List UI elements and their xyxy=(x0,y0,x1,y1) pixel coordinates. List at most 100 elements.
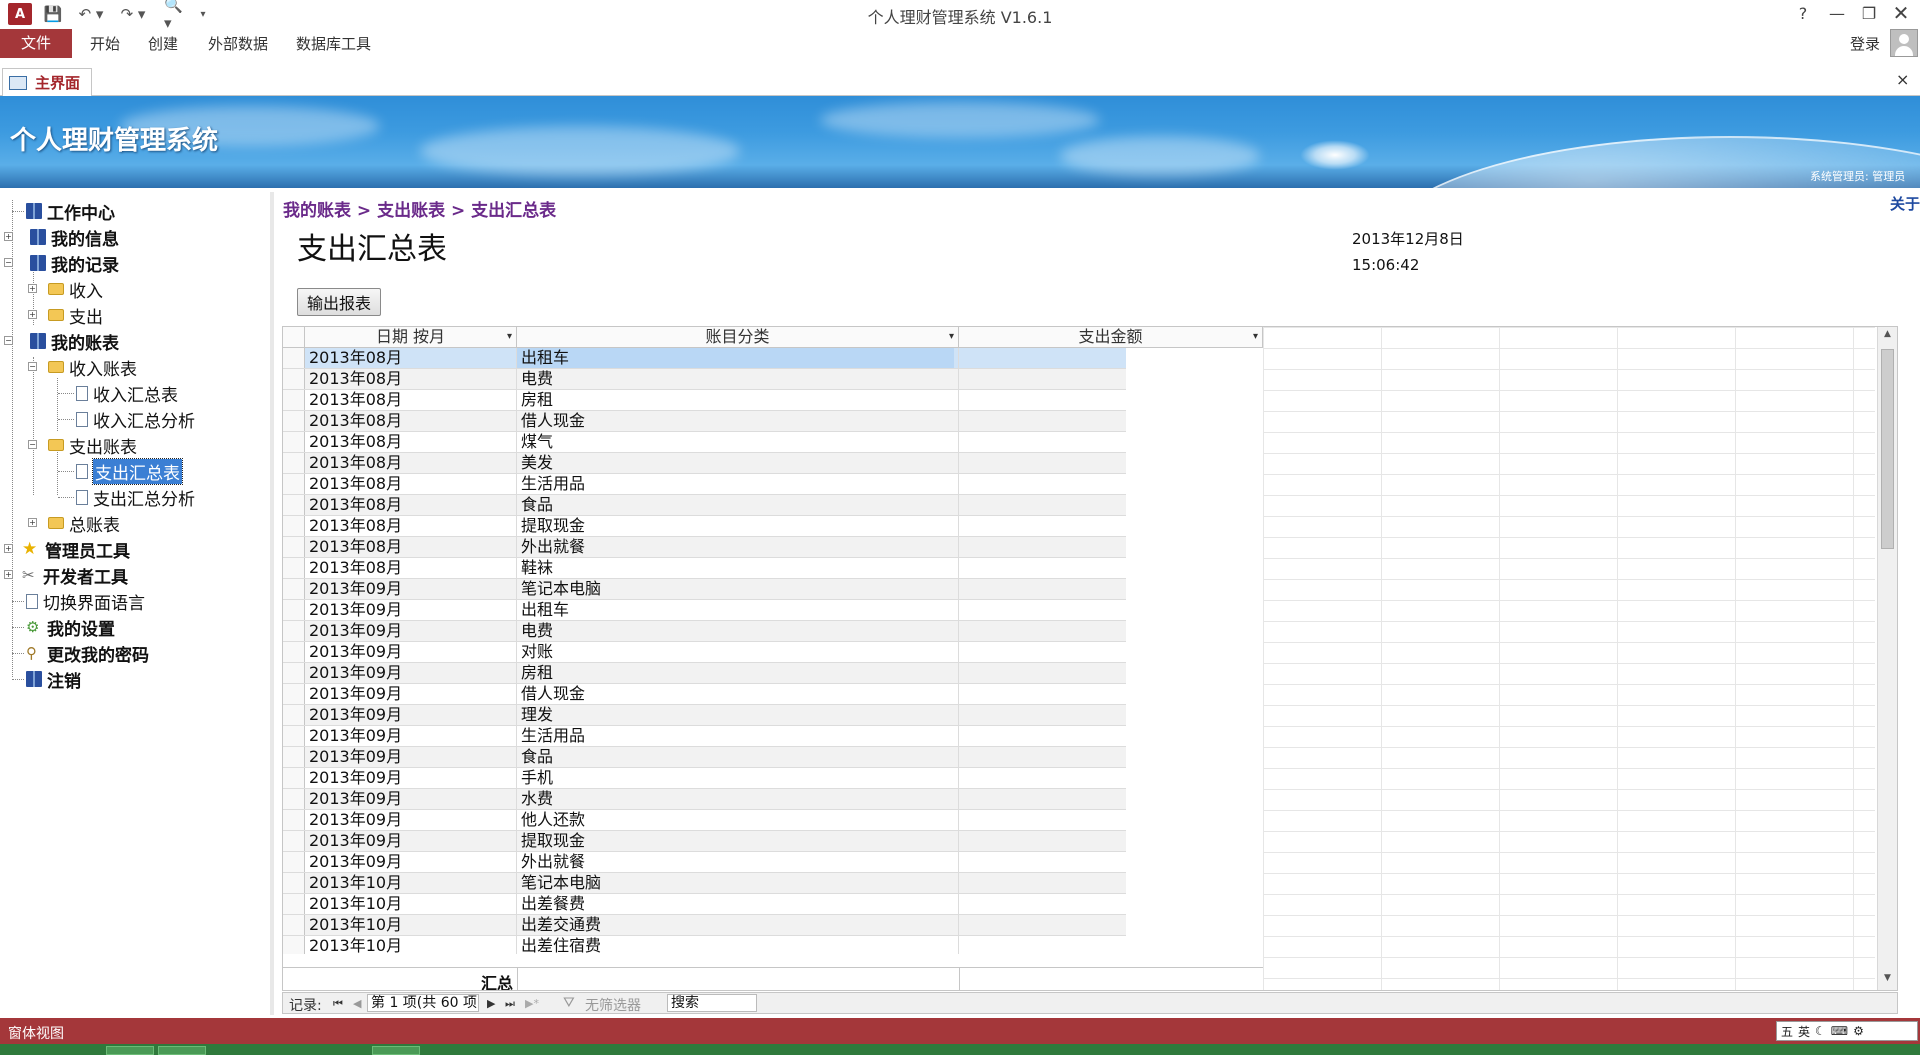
nav-item-developer-tools[interactable]: + ✂ 开发者工具 xyxy=(4,564,128,588)
cell-category[interactable]: 提取现金 xyxy=(517,516,959,536)
close-button[interactable]: ✕ xyxy=(1884,0,1918,26)
cell-date[interactable]: 2013年09月 xyxy=(305,663,517,683)
ime-settings-icon[interactable]: ⚙ xyxy=(1853,1024,1864,1038)
ime-mode-icon[interactable]: 五 xyxy=(1781,1023,1793,1040)
nav-item-income[interactable]: + 收入 xyxy=(28,278,103,302)
current-record-field[interactable]: 第 1 项(共 60 项 xyxy=(367,994,479,1012)
collapse-icon[interactable]: − xyxy=(4,336,13,345)
record-selector[interactable] xyxy=(283,621,305,641)
cell-category[interactable]: 煤气 xyxy=(517,432,959,452)
record-selector[interactable] xyxy=(283,810,305,830)
cell-date[interactable]: 2013年08月 xyxy=(305,390,517,410)
cell-category[interactable]: 提取现金 xyxy=(517,831,959,851)
redo-icon[interactable]: ↷ ▾ xyxy=(118,3,148,25)
help-button[interactable]: ? xyxy=(1786,0,1820,26)
table-row[interactable]: 2013年09月 笔记本电脑 xyxy=(283,579,1263,600)
table-row[interactable]: 2013年09月 房租 xyxy=(283,663,1263,684)
close-document-button[interactable]: × xyxy=(1896,70,1909,89)
record-selector[interactable] xyxy=(283,390,305,410)
table-row[interactable]: 2013年08月 房租 xyxy=(283,390,1263,411)
cell-category[interactable]: 理发 xyxy=(517,705,959,725)
cell-category[interactable]: 电费 xyxy=(517,369,959,389)
expand-icon[interactable]: + xyxy=(4,232,13,241)
record-selector[interactable] xyxy=(283,558,305,578)
cell-date[interactable]: 2013年08月 xyxy=(305,474,517,494)
collapse-icon[interactable]: − xyxy=(4,258,13,267)
nav-item-ledger[interactable]: + 总账表 xyxy=(28,512,120,536)
cell-date[interactable]: 2013年08月 xyxy=(305,453,517,473)
cell-date[interactable]: 2013年08月 xyxy=(305,369,517,389)
column-header-amount[interactable]: 支出金额 ▾ xyxy=(959,327,1263,348)
minimize-button[interactable]: — xyxy=(1820,0,1854,26)
table-row[interactable]: 2013年09月 他人还款 xyxy=(283,810,1263,831)
save-icon[interactable]: 💾 xyxy=(42,3,64,25)
table-row[interactable]: 2013年10月 出差餐费 xyxy=(283,894,1263,915)
cell-category[interactable]: 生活用品 xyxy=(517,726,959,746)
cell-date[interactable]: 2013年09月 xyxy=(305,831,517,851)
dropdown-arrow-icon[interactable]: ▾ xyxy=(949,327,954,347)
scrollbar-thumb[interactable] xyxy=(1881,349,1894,549)
record-selector[interactable] xyxy=(283,348,305,368)
cell-date[interactable]: 2013年09月 xyxy=(305,789,517,809)
nav-item-my-settings[interactable]: ⚙ 我的设置 xyxy=(12,616,115,640)
table-row[interactable]: 2013年08月 外出就餐 xyxy=(283,537,1263,558)
table-row[interactable]: 2013年09月 手机 xyxy=(283,768,1263,789)
cell-date[interactable]: 2013年09月 xyxy=(305,768,517,788)
table-row[interactable]: 2013年08月 生活用品 xyxy=(283,474,1263,495)
table-row[interactable]: 2013年08月 鞋袜 xyxy=(283,558,1263,579)
restore-button[interactable]: ❐ xyxy=(1852,0,1886,26)
cell-date[interactable]: 2013年09月 xyxy=(305,852,517,872)
cell-date[interactable]: 2013年10月 xyxy=(305,915,517,935)
dropdown-arrow-icon[interactable]: ▾ xyxy=(507,327,512,347)
tab-create[interactable]: 创建 xyxy=(138,30,188,58)
cell-category[interactable]: 房租 xyxy=(517,663,959,683)
record-selector[interactable] xyxy=(283,474,305,494)
cell-date[interactable]: 2013年10月 xyxy=(305,873,517,893)
cell-category[interactable]: 他人还款 xyxy=(517,810,959,830)
record-selector[interactable] xyxy=(283,369,305,389)
record-selector[interactable] xyxy=(283,705,305,725)
cell-category[interactable]: 手机 xyxy=(517,768,959,788)
next-record-icon[interactable]: ▶ xyxy=(487,997,495,1010)
expand-icon[interactable]: + xyxy=(4,570,13,579)
nav-item-work-center[interactable]: 工作中心 xyxy=(12,200,115,224)
tab-home[interactable]: 开始 xyxy=(80,30,130,58)
expand-icon[interactable]: + xyxy=(28,284,37,293)
table-row[interactable]: 2013年08月 借人现金 xyxy=(283,411,1263,432)
cell-category[interactable]: 对账 xyxy=(517,642,959,662)
tab-database-tools[interactable]: 数据库工具 xyxy=(286,30,381,58)
record-selector[interactable] xyxy=(283,684,305,704)
filter-icon[interactable]: ⛛ xyxy=(563,995,575,1011)
cell-category[interactable]: 美发 xyxy=(517,453,959,473)
record-selector[interactable] xyxy=(283,600,305,620)
cell-date[interactable]: 2013年09月 xyxy=(305,600,517,620)
cell-date[interactable]: 2013年09月 xyxy=(305,684,517,704)
record-selector[interactable] xyxy=(283,768,305,788)
cell-date[interactable]: 2013年08月 xyxy=(305,411,517,431)
first-record-icon[interactable]: ⏮ xyxy=(333,997,343,1011)
ime-language-icon[interactable]: 英 xyxy=(1798,1023,1810,1040)
cell-category[interactable]: 笔记本电脑 xyxy=(517,579,959,599)
record-selector[interactable] xyxy=(283,516,305,536)
cell-date[interactable]: 2013年09月 xyxy=(305,579,517,599)
record-selector[interactable] xyxy=(283,663,305,683)
record-selector[interactable] xyxy=(283,831,305,851)
undo-icon[interactable]: ↶ ▾ xyxy=(76,3,106,25)
cell-category[interactable]: 生活用品 xyxy=(517,474,959,494)
taskbar-button[interactable] xyxy=(372,1046,420,1055)
cell-date[interactable]: 2013年09月 xyxy=(305,810,517,830)
last-record-icon[interactable]: ⏭ xyxy=(505,997,515,1011)
record-selector[interactable] xyxy=(283,411,305,431)
cell-date[interactable]: 2013年08月 xyxy=(305,516,517,536)
taskbar-button[interactable] xyxy=(158,1046,206,1055)
scroll-down-icon[interactable]: ▼ xyxy=(1880,973,1895,988)
cell-category[interactable]: 出租车 xyxy=(517,348,959,368)
cell-date[interactable]: 2013年09月 xyxy=(305,747,517,767)
record-selector[interactable] xyxy=(283,915,305,935)
cell-date[interactable]: 2013年08月 xyxy=(305,348,517,368)
table-row[interactable]: 2013年09月 水费 xyxy=(283,789,1263,810)
record-selector[interactable] xyxy=(283,432,305,452)
print-preview-icon[interactable]: 🔍 ▾ xyxy=(164,0,190,32)
table-row[interactable]: 2013年09月 借人现金 xyxy=(283,684,1263,705)
table-row[interactable]: 2013年10月 出差住宿费 xyxy=(283,936,1263,954)
